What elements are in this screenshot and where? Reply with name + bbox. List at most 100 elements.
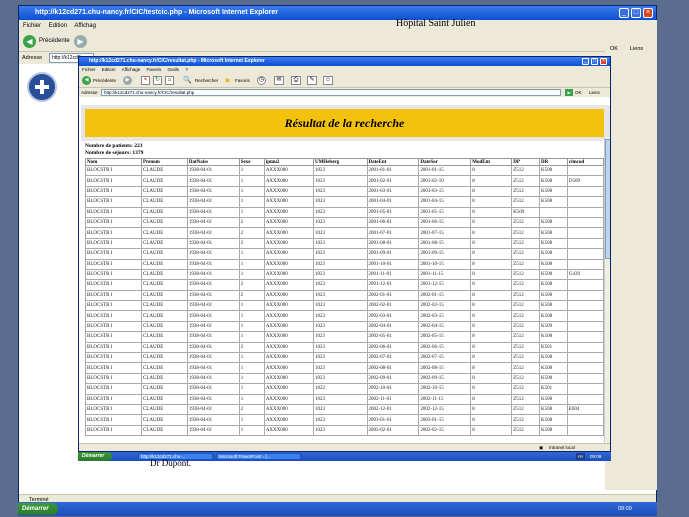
refresh-icon[interactable]: ↻ xyxy=(153,76,162,85)
table-row: BLOCSTR I CLAUDE 1938-04-01 1 AXXX000 1023 200… xyxy=(85,175,605,187)
table-cell: 2001-07-15 xyxy=(418,227,472,239)
inner-minimize-icon[interactable]: _ xyxy=(582,58,589,65)
vertical-scrollbar[interactable] xyxy=(604,137,610,447)
back-button-label[interactable]: Précédente xyxy=(39,38,70,44)
table-cell: 2001-06-15 xyxy=(418,216,472,229)
inner-close-icon[interactable]: × xyxy=(600,58,607,65)
table-cell: K508 xyxy=(539,258,568,270)
table-cell: CLAUDE xyxy=(140,185,188,198)
table-cell: 1023 xyxy=(312,372,368,385)
back-arrow-icon[interactable]: ◀ xyxy=(23,35,36,48)
close-icon[interactable]: × xyxy=(643,8,653,18)
mail-icon[interactable]: ✉ xyxy=(274,76,284,85)
stay-count: Nombre de séjours: 1379 xyxy=(85,150,144,156)
table-cell: 1023 xyxy=(312,227,368,239)
inner-maximize-icon[interactable]: □ xyxy=(591,58,598,65)
stop-icon[interactable]: × xyxy=(141,76,150,85)
inner-go-button[interactable]: OK xyxy=(575,88,582,97)
table-cell: 2002-09-01 xyxy=(366,372,420,385)
inner-back-arrow-icon[interactable]: ◀ xyxy=(82,76,91,85)
table-cell: 2002-12-15 xyxy=(418,403,472,416)
inner-task-powerpoint[interactable]: Microsoft PowerPoint - [... xyxy=(216,453,301,460)
inner-links-button[interactable]: Liens xyxy=(589,88,600,97)
column-header-dateent: DateEnt xyxy=(366,158,420,166)
column-header-dp: DP xyxy=(511,158,541,166)
table-cell: 2003-01-15 xyxy=(418,414,472,426)
scrollbar-thumb[interactable] xyxy=(605,139,610,259)
inner-menu-help[interactable]: ? xyxy=(185,67,188,72)
table-cell: 2001-11-15 xyxy=(418,268,472,281)
table-cell: 8 xyxy=(470,393,513,406)
table-cell: 1 xyxy=(238,300,265,312)
table-cell: 2002-06-01 xyxy=(366,341,420,354)
search-icon[interactable]: 🔍 xyxy=(183,76,192,85)
forward-arrow-icon[interactable]: ▶ xyxy=(74,35,87,48)
table-cell: AXXX000 xyxy=(263,216,314,229)
table-cell: 8 xyxy=(470,352,513,364)
inner-address-input[interactable]: http://k12cd271.chu-nancy.fr/CIC/resulta… xyxy=(101,89,561,96)
table-cell: Z512 xyxy=(511,289,541,302)
table-cell: Z512 xyxy=(511,237,541,250)
table-cell: 1938-04-01 xyxy=(186,341,240,354)
table-cell: 1023 xyxy=(312,414,368,426)
table-cell: 2002-10-01 xyxy=(366,383,420,395)
print-icon[interactable]: ⎙ xyxy=(291,76,301,85)
table-cell: 2 xyxy=(238,237,265,250)
edit-icon[interactable]: ✎ xyxy=(307,76,317,85)
inner-menu-edition[interactable]: Edition xyxy=(102,67,116,72)
search-button-label[interactable]: Rechercher xyxy=(195,78,218,83)
maximize-icon[interactable]: □ xyxy=(631,8,641,18)
table-cell: Z512 xyxy=(511,175,541,187)
favorites-star-icon[interactable]: ★ xyxy=(224,76,231,85)
table-cell: 2002-06-15 xyxy=(418,341,472,354)
table-cell: CLAUDE xyxy=(140,414,188,426)
table-cell: CLAUDE xyxy=(140,424,188,437)
table-cell: 1023 xyxy=(312,185,368,198)
intranet-zone-icon: ▣ xyxy=(539,445,544,450)
inner-menu-bar: Fichier Edition Affichage Favoris Outils… xyxy=(79,66,610,74)
table-cell: K508 xyxy=(539,310,568,322)
menu-affichage[interactable]: Affichag xyxy=(74,23,96,29)
table-row: BLOCSTR I CLAUDE 1938-04-01 1 AXXX000 1023 200… xyxy=(85,320,605,333)
table-cell: 2001-09-15 xyxy=(418,248,472,260)
inner-menu-fichier[interactable]: Fichier xyxy=(82,67,96,72)
minimize-icon[interactable]: _ xyxy=(619,8,629,18)
language-indicator[interactable]: FR xyxy=(576,453,585,460)
home-icon[interactable]: ⌂ xyxy=(165,76,174,85)
table-cell: AXXX000 xyxy=(263,424,314,437)
menu-edition[interactable]: Edition xyxy=(49,23,67,29)
table-cell: AXXX000 xyxy=(263,403,314,416)
table-cell: AXXX000 xyxy=(263,248,314,260)
table-cell: CLAUDE xyxy=(140,403,188,416)
table-cell xyxy=(566,372,605,385)
table-cell: 1938-04-01 xyxy=(186,185,240,198)
inner-menu-outils[interactable]: Outils xyxy=(168,67,180,72)
table-row: BLOCSTR I CLAUDE 1938-04-01 1 AXXX000 1023 200… xyxy=(85,258,605,270)
inner-status-bar: ▣ Intranet local xyxy=(79,443,610,451)
inner-forward-arrow-icon[interactable]: ▶ xyxy=(123,76,132,85)
history-icon[interactable]: ◷ xyxy=(257,76,266,85)
inner-start-button[interactable]: Démarrer xyxy=(78,452,112,461)
outer-start-button[interactable]: Démarrer xyxy=(18,503,58,515)
messenger-icon[interactable]: ☺ xyxy=(323,76,333,85)
inner-menu-favoris[interactable]: Favoris xyxy=(147,67,162,72)
table-cell: CLAUDE xyxy=(140,175,188,187)
go-arrow-icon[interactable]: ▶ xyxy=(565,89,573,96)
links-button[interactable]: Liens xyxy=(630,46,643,52)
ok-button[interactable]: OK xyxy=(610,46,618,52)
table-cell: 8 xyxy=(470,185,513,198)
favorites-button-label[interactable]: Favoris xyxy=(235,78,250,83)
table-cell: 1 xyxy=(238,320,265,333)
table-cell: K501 xyxy=(539,341,568,354)
table-cell: 2001-04-15 xyxy=(418,196,472,208)
inner-menu-affichage[interactable]: Affichage xyxy=(122,67,141,72)
table-cell: K508 xyxy=(539,424,568,437)
menu-fichier[interactable]: Fichier xyxy=(23,23,41,29)
table-cell: BLOCSTR I xyxy=(85,372,142,385)
table-cell: 8 xyxy=(470,414,513,426)
inner-back-label[interactable]: Précédente xyxy=(93,78,116,83)
table-cell: CLAUDE xyxy=(140,216,188,229)
slide-signature-text: Dr Dupont. xyxy=(150,458,191,468)
column-header-prenom: Prenom xyxy=(140,158,188,166)
inner-toolbar: ◀ Précédente ▶ × ↻ ⌂ 🔍 Rechercher ★ Favo… xyxy=(79,74,610,88)
